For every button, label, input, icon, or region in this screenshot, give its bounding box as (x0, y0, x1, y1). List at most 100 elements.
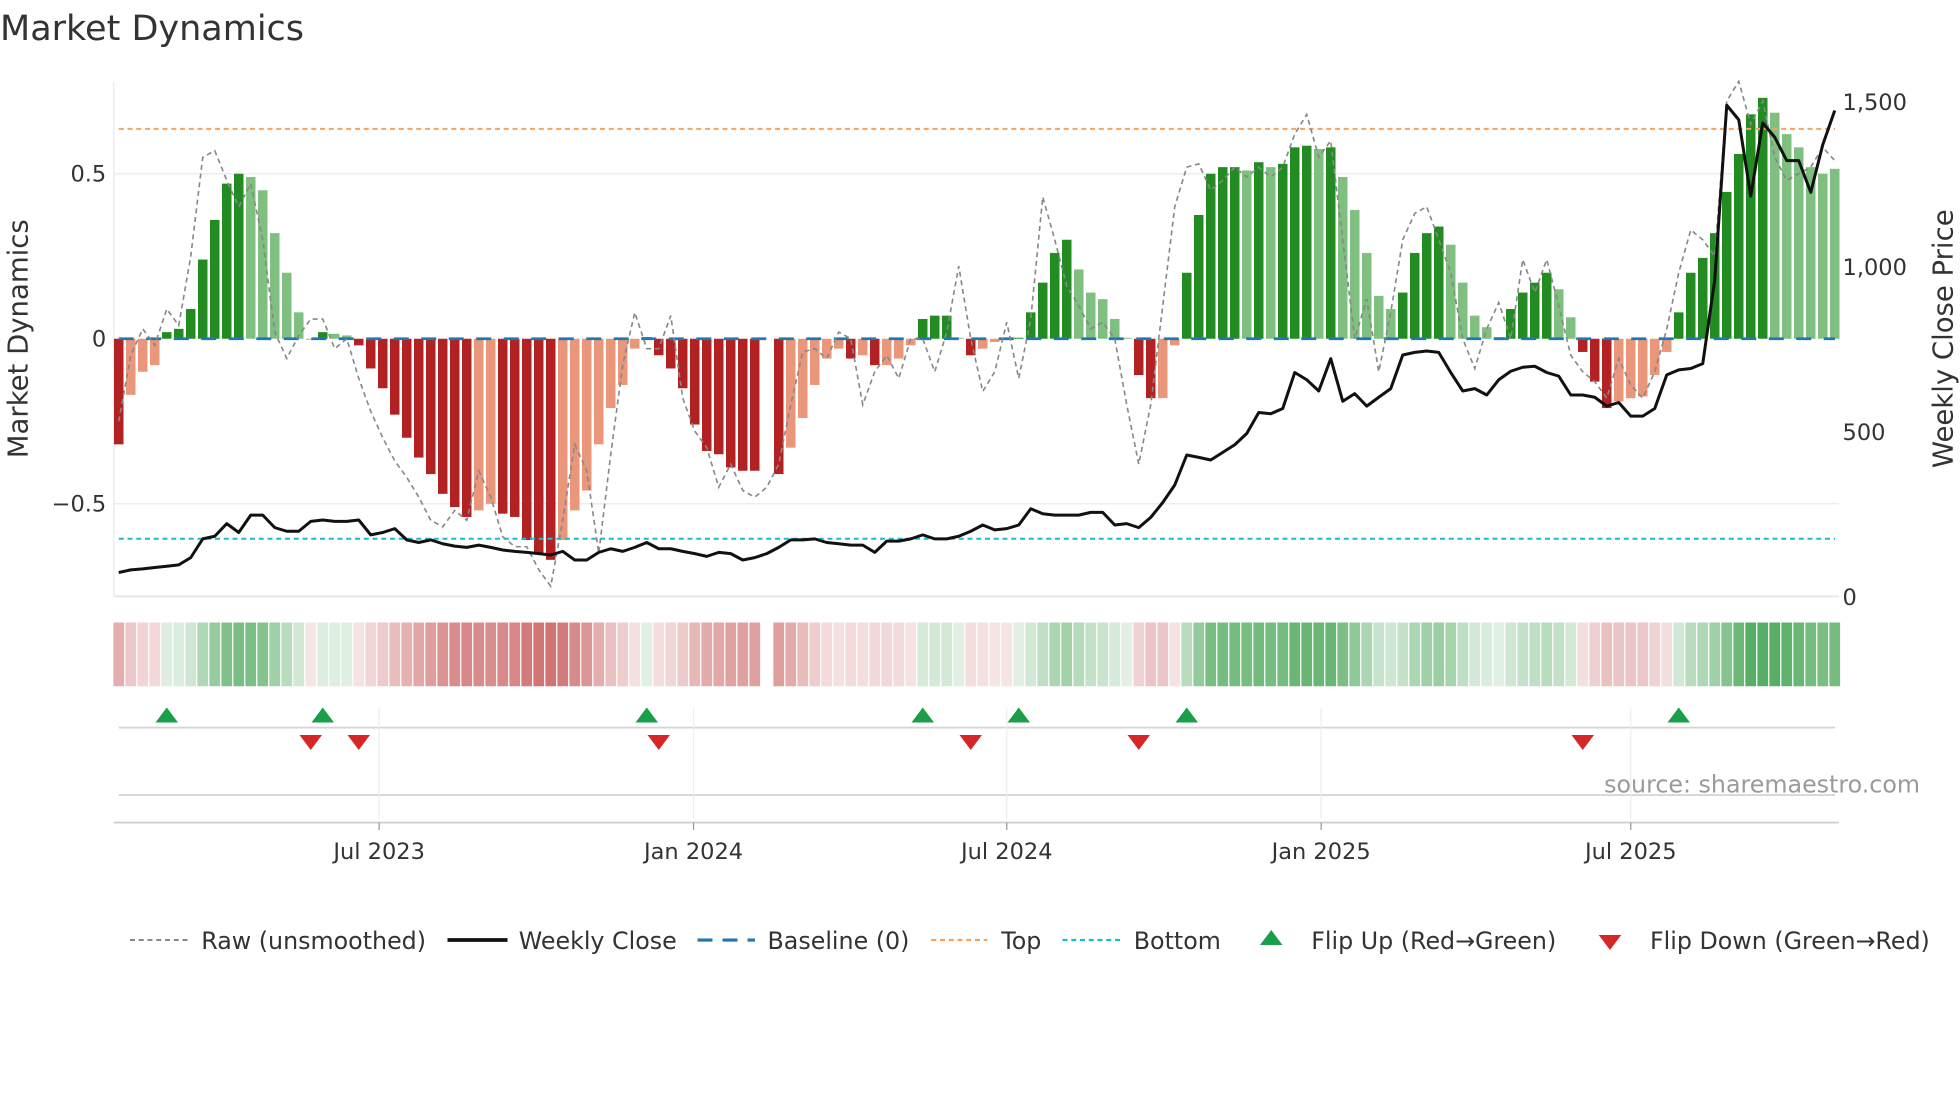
dynamics-bar (162, 332, 172, 339)
dynamics-bar (1206, 173, 1216, 339)
x-axis-ticks: Jul 2023 Jan 2024 Jul 2024 Jan 2025 Jul 2025 (331, 707, 1677, 865)
legend: Raw (unsmoothed) Weekly Close Baseline (… (130, 927, 1930, 955)
strip-cell (305, 622, 317, 687)
strip-cell (1817, 622, 1829, 687)
x-tick-label: Jan 2024 (642, 839, 743, 865)
flip-up-marker (311, 707, 334, 723)
strip-cell (293, 622, 305, 687)
strip-cell (437, 622, 449, 687)
dynamics-bar (702, 338, 712, 451)
dynamics-bar (1674, 312, 1684, 339)
dynamics-bar (1014, 337, 1024, 339)
flip-down-marker (347, 735, 370, 750)
strip-cell (1745, 622, 1757, 687)
y2-tick-label: 0 (1843, 585, 1857, 611)
strip-cell (149, 622, 161, 687)
strip-cell (1649, 622, 1661, 687)
left-axis-ticks: 0.5 0 −0.5 (52, 161, 107, 517)
strip-cell (1013, 622, 1025, 687)
dynamics-bar (1638, 338, 1648, 397)
dynamics-bar (330, 333, 340, 339)
strip-cell (1409, 622, 1421, 687)
dynamics-bar (1182, 272, 1192, 339)
strip-cell (1505, 622, 1517, 687)
legend-item-baseline[interactable]: Baseline (0) (697, 927, 910, 955)
legend-item-flip-up[interactable]: Flip Up (Red→Green) (1260, 927, 1556, 955)
legend-item-flip-down[interactable]: Flip Down (Green→Red) (1598, 927, 1930, 955)
x-tick-label: Jul 2024 (959, 839, 1053, 865)
dynamics-bar (558, 338, 568, 541)
dynamics-bar (222, 183, 232, 339)
dynamics-bar (438, 338, 448, 494)
flip-up-marker (1007, 707, 1030, 723)
dynamics-bar (1698, 257, 1708, 339)
strip-cell (1373, 622, 1385, 687)
strip-cell (653, 622, 665, 687)
dynamics-bar (1398, 292, 1408, 339)
dynamics-bar (378, 338, 388, 389)
strip-cell (1397, 622, 1409, 687)
strip-cell (521, 622, 533, 687)
dynamics-bar (498, 338, 508, 514)
strip-cell (1205, 622, 1217, 687)
dynamics-bar (1830, 168, 1840, 339)
strip-cell (797, 622, 809, 687)
dynamics-bar (366, 338, 376, 369)
strip-cell (1661, 622, 1673, 687)
y-axis-title: Market Dynamics (3, 219, 35, 458)
strip-cell (773, 622, 785, 687)
strip-cell (1037, 622, 1049, 687)
legend-item-bottom[interactable]: Bottom (1062, 927, 1221, 955)
strip-cell (1721, 622, 1733, 687)
strip-cell (353, 622, 365, 687)
dynamics-bar (354, 338, 364, 346)
dynamics-bar (1290, 147, 1300, 339)
y-tick-label: −0.5 (52, 491, 107, 517)
strip-cell (1445, 622, 1457, 687)
legend-item-close[interactable]: Weekly Close (447, 927, 677, 955)
dynamics-bar (570, 338, 580, 511)
strip-cell (1793, 622, 1805, 687)
dynamics-bar (990, 338, 1000, 343)
dynamics-bar (582, 338, 592, 491)
strip-cell (1481, 622, 1493, 687)
dynamics-bar (1110, 318, 1120, 339)
dynamics-bar (1566, 317, 1576, 339)
dynamics-bar (282, 272, 292, 339)
strip-cell (1757, 622, 1769, 687)
dynamics-bar (1530, 282, 1540, 339)
dynamics-bar (1242, 170, 1252, 339)
strip-cell (1829, 622, 1841, 687)
dynamics-bar (894, 338, 904, 359)
dynamics-bar (726, 338, 736, 468)
strip-cell (245, 622, 257, 687)
strip-cell (1229, 622, 1241, 687)
raw-line (117, 79, 1836, 589)
strip-cell (1061, 622, 1073, 687)
dynamics-bar (1818, 173, 1828, 339)
strip-cell (1697, 622, 1709, 687)
dynamics-bar (1590, 338, 1600, 382)
dynamics-bar (978, 338, 988, 349)
strip-cell (497, 622, 509, 687)
y2-tick-label: 1,000 (1843, 255, 1907, 281)
strip-cell (1085, 622, 1097, 687)
flip-down-marker (647, 735, 670, 750)
y2-axis-title: Weekly Close Price (1928, 209, 1960, 468)
strip-cell (137, 622, 149, 687)
strip-cell (593, 622, 605, 687)
strip-cell (941, 622, 953, 687)
strip-cell (449, 622, 461, 687)
legend-item-top[interactable]: Top (931, 927, 1041, 955)
strip-cell (857, 622, 869, 687)
strip-cell (317, 622, 329, 687)
dynamics-bar (1794, 147, 1804, 339)
strip-cell (233, 622, 245, 687)
legend-label: Weekly Close (519, 927, 677, 955)
flip-markers-panel (113, 707, 1839, 824)
strip-cell (833, 622, 845, 687)
flip-down-marker (299, 735, 322, 750)
strip-cell (1181, 622, 1193, 687)
strip-cell (1493, 622, 1505, 687)
legend-item-raw[interactable]: Raw (unsmoothed) (130, 927, 426, 955)
